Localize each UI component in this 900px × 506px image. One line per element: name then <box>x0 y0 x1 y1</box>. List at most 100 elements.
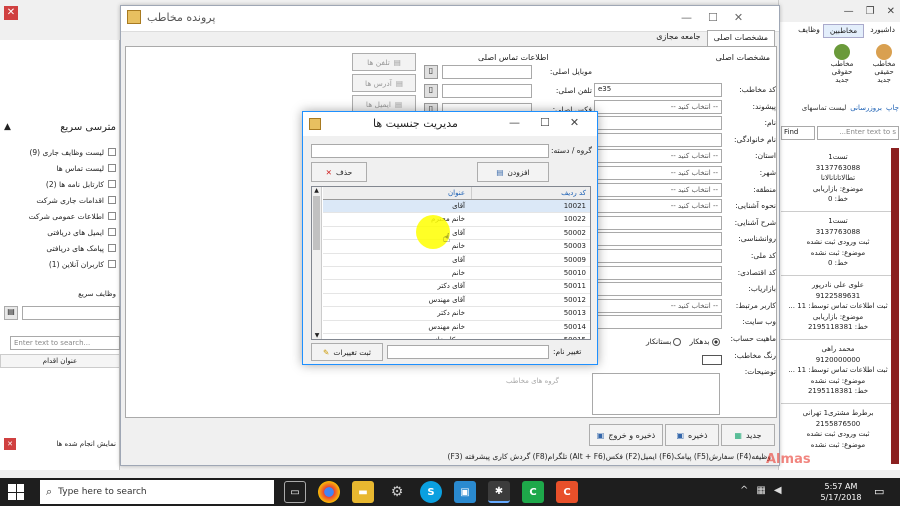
description-field[interactable] <box>592 373 720 415</box>
apply-changes-button[interactable]: ✎ ثبت تغییرات <box>311 343 383 361</box>
phone-icon[interactable]: ▯ <box>424 65 438 79</box>
form-input[interactable] <box>594 232 722 247</box>
quick-access-header[interactable]: ▲ مترسی سریع <box>0 118 120 136</box>
col-title[interactable]: عنوان <box>323 187 471 199</box>
quick-access-item[interactable]: اطلاعات عمومی شرکت <box>0 208 120 224</box>
maximize-icon[interactable]: ☐ <box>540 116 550 129</box>
tab-virtual-community[interactable]: جامعه مجازی <box>650 30 706 46</box>
tab-dashboard[interactable]: داشبورد <box>864 24 900 38</box>
table-row[interactable]: آقای 10021 <box>323 200 590 214</box>
save-button[interactable]: ▣ ذخیره <box>665 424 719 446</box>
close-icon[interactable]: ✕ <box>570 116 579 129</box>
remote-desktop-icon[interactable]: ▣ <box>454 481 476 503</box>
recorder-icon[interactable]: C <box>556 481 578 503</box>
form-input[interactable] <box>594 132 722 147</box>
find-button[interactable]: Find <box>781 126 815 140</box>
quick-access-item[interactable]: اقدامات جاری شرکت <box>0 192 120 208</box>
add-button[interactable]: ▤ افزودن <box>477 162 549 182</box>
new-real-contact-button[interactable]: مخاطب حقیقی جدید <box>867 44 900 92</box>
contact-card[interactable]: تست1 3137763088 ثبت ورودی ثبت نشده موضوع: ث… <box>781 212 895 276</box>
form-input[interactable] <box>594 249 722 263</box>
quick-access-item[interactable]: لیست وظایف جاری (9) <box>0 144 120 160</box>
table-row[interactable]: آقای مهندس 50012 <box>323 294 590 308</box>
taskbar-search-box[interactable]: ⌕ Type here to search <box>40 480 274 504</box>
skype-icon[interactable]: S <box>420 481 442 503</box>
form-combo[interactable]: -- انتخاب کنید -- <box>594 166 722 180</box>
contact-search-input[interactable]: Enter text to s... <box>817 126 899 140</box>
form-input[interactable] <box>594 282 722 297</box>
table-row[interactable]: خانم دکتر 50013 <box>323 307 590 321</box>
clock[interactable]: 5:57 AM 5/17/2018 <box>814 481 868 503</box>
delete-button[interactable]: ✕ حذف <box>311 162 367 182</box>
creditor-radio[interactable]: بستانکار <box>646 337 682 346</box>
form-combo[interactable]: -- انتخاب کنید -- <box>594 298 722 313</box>
quick-access-item[interactable]: ایمیل های دریافتی <box>0 224 120 240</box>
new-button[interactable]: ▦ جدید <box>721 424 775 446</box>
tab-contacts[interactable]: مخاطبین <box>822 24 865 38</box>
contact-card[interactable]: محمد راهی 9120000000 ثبت اطلاعات تماس توسط… <box>781 340 895 404</box>
folder-icon[interactable]: ▬ <box>352 481 374 503</box>
network-icon[interactable]: ▦ <box>756 485 765 496</box>
group-input[interactable] <box>311 144 549 158</box>
quick-access-item[interactable]: لیست تماس ها <box>0 160 120 176</box>
tab-main-info[interactable]: مشخصات اصلی <box>706 30 775 46</box>
tasks-search-input[interactable]: Enter text to search... <box>10 336 120 350</box>
show-hidden-icon[interactable]: ^ <box>740 485 748 496</box>
contact-card[interactable]: تست1 3137763088 تطالاتانانالانا موضوع: بازا… <box>781 148 895 212</box>
color-picker[interactable] <box>702 355 722 365</box>
new-legal-contact-button[interactable]: مخاطب حقوقی جدید <box>825 44 859 92</box>
scroll-thumb[interactable] <box>313 196 320 250</box>
contact-field-input[interactable] <box>442 84 532 98</box>
form-input[interactable] <box>594 116 722 131</box>
debtor-radio[interactable]: بدهکار <box>689 337 720 346</box>
form-combo[interactable]: -- انتخاب کنید -- <box>594 149 722 164</box>
save-exit-button[interactable]: ▣ ذخیره و خروج <box>589 424 663 446</box>
close-icon[interactable]: ✕ <box>734 11 743 24</box>
form-input[interactable] <box>594 265 722 280</box>
form-input[interactable]: e35 <box>594 83 722 97</box>
table-row[interactable]: آقای دکتر 50011 <box>323 280 590 294</box>
form-input[interactable] <box>594 315 722 330</box>
contact-card[interactable]: علوی علی نادرپور 9122589631 ثبت اطلاعات تم… <box>781 276 895 340</box>
chrome-icon[interactable] <box>318 481 340 503</box>
notifications-icon[interactable]: ▭ <box>874 485 884 498</box>
restore-icon[interactable]: ❐ <box>866 6 875 17</box>
close-icon[interactable]: ✕ <box>4 6 18 20</box>
camtasia-icon[interactable]: C <box>522 481 544 503</box>
close-icon[interactable]: ✕ <box>887 6 895 17</box>
rename-input[interactable] <box>387 345 549 359</box>
side-button[interactable]: تلفن ها ▤ <box>352 53 416 71</box>
quick-access-item[interactable]: کاربران آنلاین (1) <box>0 256 120 272</box>
phone-icon[interactable]: ▯ <box>424 84 438 98</box>
task-icon[interactable]: ▤ <box>4 306 18 320</box>
settings-icon[interactable]: ⚙ <box>386 481 408 503</box>
table-row[interactable]: خانم محترم 10022 <box>323 213 590 227</box>
tasks-combo[interactable] <box>22 306 120 320</box>
form-combo[interactable]: -- انتخاب کنید -- <box>594 182 722 197</box>
scroll-up-icon[interactable]: ▲ <box>312 187 321 194</box>
print-link[interactable]: چاپ <box>886 104 899 116</box>
start-button[interactable] <box>8 484 24 500</box>
crm-app-icon[interactable]: ✱ <box>488 481 510 503</box>
show-done-label[interactable]: نمایش انجام شده ها <box>56 440 116 448</box>
volume-icon[interactable]: ◀ <box>774 485 782 496</box>
minimize-icon[interactable]: — <box>681 11 692 24</box>
form-combo[interactable]: -- انتخاب کنید -- <box>594 199 722 214</box>
scroll-down-icon[interactable]: ▼ <box>312 332 322 339</box>
table-row[interactable]: خانم 50003 <box>323 240 590 254</box>
tab-tasks[interactable]: وظایف <box>795 24 823 38</box>
minimize-icon[interactable]: — <box>509 116 520 129</box>
contact-field-input[interactable] <box>442 65 532 79</box>
form-combo[interactable]: -- انتخاب کنید -- <box>594 99 722 114</box>
quick-access-item[interactable]: کارتابل نامه ها (2) <box>0 176 120 192</box>
form-input[interactable] <box>594 215 722 230</box>
table-row[interactable]: خانم مهندس 50014 <box>323 321 590 334</box>
delete-icon[interactable]: ✕ <box>4 438 16 450</box>
side-button[interactable]: آدرس ها ▤ <box>352 74 416 92</box>
col-code[interactable]: کد ردیف <box>471 187 590 199</box>
task-view-icon[interactable]: ▭ <box>284 481 306 503</box>
maximize-icon[interactable]: ☐ <box>708 11 718 24</box>
table-row[interactable]: آقای 50002 <box>323 227 590 241</box>
refresh-link[interactable]: بروزرسانی <box>850 104 882 116</box>
table-row[interactable]: آقای 50009 <box>323 254 590 267</box>
